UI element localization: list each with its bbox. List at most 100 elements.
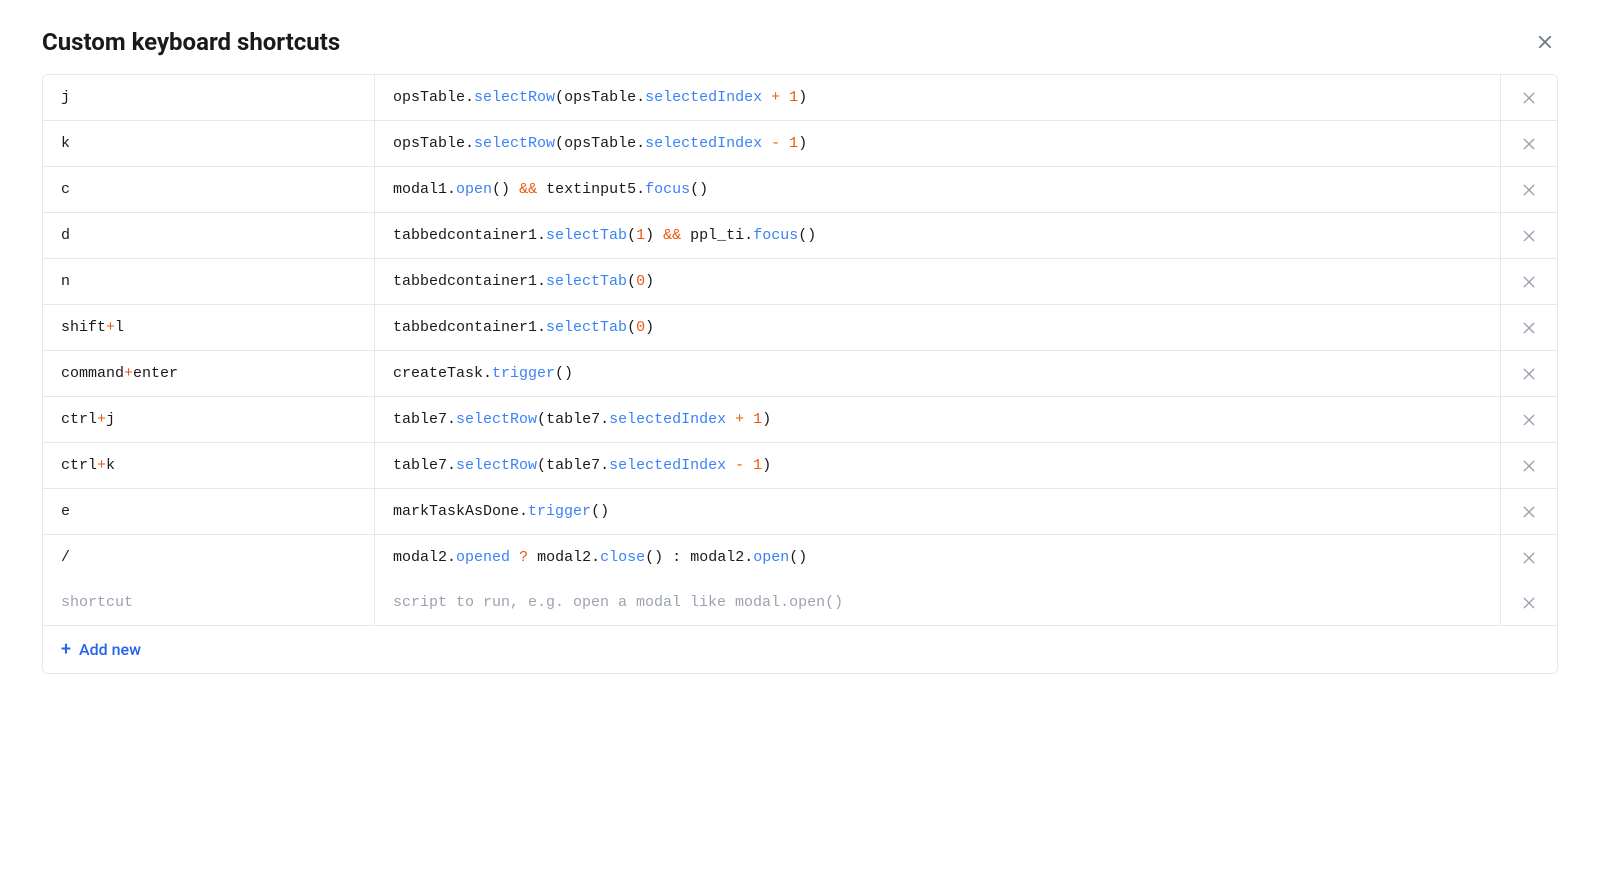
close-icon (1521, 458, 1537, 474)
shortcut-script-input[interactable]: script to run, e.g. open a modal like mo… (375, 580, 1501, 625)
shortcut-row: cmodal1.open() && textinput5.focus() (43, 167, 1557, 213)
script-token: . (519, 503, 528, 520)
script-token: : (672, 549, 681, 566)
delete-row-button[interactable] (1515, 130, 1543, 158)
add-row: + Add new (43, 626, 1557, 673)
script-token (510, 181, 519, 198)
script-token (780, 135, 789, 152)
script-token: ( (537, 411, 546, 428)
key-token: j (61, 89, 70, 106)
script-token: selectRow (456, 457, 537, 474)
shortcut-script-input[interactable]: modal2.opened ? modal2.close() : modal2.… (375, 535, 1501, 580)
script-token (681, 549, 690, 566)
key-token: + (124, 365, 133, 382)
shortcut-key-input[interactable]: d (43, 213, 375, 258)
script-token: . (744, 549, 753, 566)
shortcut-delete-cell (1501, 259, 1557, 304)
script-token: tabbedcontainer1 (393, 227, 537, 244)
shortcut-key-input[interactable]: shift+l (43, 305, 375, 350)
script-token: . (600, 457, 609, 474)
delete-row-button[interactable] (1515, 268, 1543, 296)
script-token (654, 227, 663, 244)
shortcut-script-input[interactable]: createTask.trigger() (375, 351, 1501, 396)
delete-row-button[interactable] (1515, 544, 1543, 572)
script-token: - (771, 135, 780, 152)
close-button[interactable] (1532, 29, 1558, 55)
delete-row-button[interactable] (1515, 360, 1543, 388)
shortcut-row: / modal2.opened ? modal2.close() : modal2… (43, 535, 1557, 580)
script-token: tabbedcontainer1 (393, 319, 537, 336)
script-token: . (600, 411, 609, 428)
delete-row-button[interactable] (1515, 222, 1543, 250)
script-token: . (537, 273, 546, 290)
shortcut-row: j opsTable.selectRow(opsTable.selectedInd… (43, 75, 1557, 121)
shortcut-row: ctrl+ktable7.selectRow(table7.selectedIn… (43, 443, 1557, 489)
close-icon (1521, 228, 1537, 244)
script-token (663, 549, 672, 566)
delete-row-button[interactable] (1515, 452, 1543, 480)
script-token: open (456, 181, 492, 198)
script-token: . (447, 457, 456, 474)
shortcut-key-input[interactable]: command+enter (43, 351, 375, 396)
delete-row-button[interactable] (1515, 498, 1543, 526)
shortcut-key-input[interactable]: ctrl+k (43, 443, 375, 488)
script-token: && (663, 227, 681, 244)
script-token: 1 (753, 457, 762, 474)
shortcut-key-placeholder: shortcut (61, 594, 133, 611)
script-token (762, 135, 771, 152)
shortcut-script-input[interactable]: tabbedcontainer1.selectTab(0) (375, 259, 1501, 304)
script-token: table7 (393, 457, 447, 474)
script-token: selectedIndex (609, 457, 726, 474)
script-token: - (735, 457, 744, 474)
shortcut-row: emarkTaskAsDone.trigger() (43, 489, 1557, 535)
shortcut-script-input[interactable]: opsTable.selectRow(opsTable.selectedInde… (375, 121, 1501, 166)
delete-row-button[interactable] (1515, 314, 1543, 342)
shortcut-key-input[interactable]: c (43, 167, 375, 212)
shortcut-key-input[interactable]: n (43, 259, 375, 304)
shortcut-row: ntabbedcontainer1.selectTab(0) (43, 259, 1557, 305)
script-token: selectedIndex (645, 89, 762, 106)
shortcut-script-input[interactable]: table7.selectRow(table7.selectedIndex + … (375, 397, 1501, 442)
script-token: markTaskAsDone (393, 503, 519, 520)
close-icon (1521, 412, 1537, 428)
script-token: table7 (393, 411, 447, 428)
shortcut-delete-cell (1501, 167, 1557, 212)
add-new-button[interactable]: + Add new (61, 640, 141, 659)
shortcut-script-input[interactable]: opsTable.selectRow(opsTable.selectedInde… (375, 75, 1501, 120)
shortcuts-table: j opsTable.selectRow(opsTable.selectedInd… (42, 74, 1558, 674)
shortcut-script-placeholder: script to run, e.g. open a modal like mo… (393, 594, 843, 611)
shortcut-key-input[interactable]: k (43, 121, 375, 166)
key-token: / (61, 549, 70, 566)
delete-row-button[interactable] (1515, 176, 1543, 204)
shortcut-script-input[interactable]: table7.selectRow(table7.selectedIndex - … (375, 443, 1501, 488)
shortcut-script-input[interactable]: tabbedcontainer1.selectTab(0) (375, 305, 1501, 350)
delete-row-button[interactable] (1515, 406, 1543, 434)
shortcut-script-input[interactable]: tabbedcontainer1.selectTab(1) && ppl_ti.… (375, 213, 1501, 258)
delete-row-button[interactable] (1515, 84, 1543, 112)
shortcut-key-input[interactable]: shortcut (43, 580, 375, 625)
key-token: enter (133, 365, 178, 382)
shortcut-script-input[interactable]: markTaskAsDone.trigger() (375, 489, 1501, 534)
script-token: selectRow (474, 135, 555, 152)
shortcut-script-input[interactable]: modal1.open() && textinput5.focus() (375, 167, 1501, 212)
shortcut-key-input[interactable]: e (43, 489, 375, 534)
script-token: modal2 (537, 549, 591, 566)
script-token: opsTable (564, 89, 636, 106)
script-token: ppl_ti (690, 227, 744, 244)
close-icon (1521, 136, 1537, 152)
close-icon (1521, 274, 1537, 290)
shortcut-key-input[interactable]: ctrl+j (43, 397, 375, 442)
delete-row-button[interactable] (1515, 589, 1543, 617)
script-token: selectTab (546, 319, 627, 336)
script-token: ( (627, 319, 636, 336)
script-token: focus (753, 227, 798, 244)
shortcut-delete-cell (1501, 75, 1557, 120)
script-token: . (636, 89, 645, 106)
script-token: . (636, 181, 645, 198)
key-token: + (106, 319, 115, 336)
key-token: l (115, 319, 124, 336)
shortcut-key-input[interactable]: / (43, 535, 375, 580)
shortcut-key-input[interactable]: j (43, 75, 375, 120)
script-token: () (492, 181, 510, 198)
key-token: d (61, 227, 70, 244)
